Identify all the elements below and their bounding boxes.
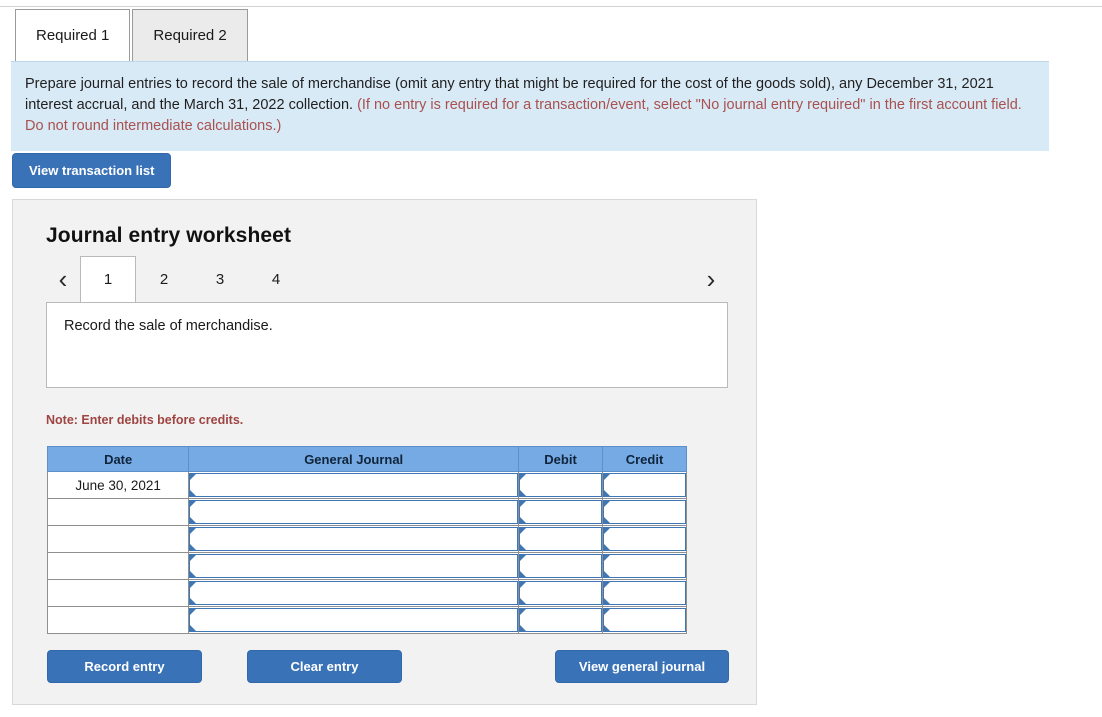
general-journal-cell-2: [188, 498, 520, 526]
chevron-right-icon[interactable]: ›: [694, 256, 728, 302]
tab-required-1-label: Required 1: [36, 27, 110, 44]
account-select-6[interactable]: [189, 608, 519, 632]
worksheet-pager: ‹ 1 2 3 4 ›: [46, 256, 728, 302]
debit-cell-4: [518, 552, 604, 580]
account-select-4[interactable]: [189, 554, 519, 578]
account-select-3[interactable]: [189, 527, 519, 551]
column-header-credit: Credit: [602, 446, 687, 472]
pager-page-3[interactable]: 3: [192, 256, 248, 302]
date-cell-5[interactable]: [46, 579, 190, 607]
debit-cell-3: [518, 525, 604, 553]
column-header-date: Date: [46, 446, 190, 472]
required-tabs: Required 1 Required 2: [15, 9, 248, 61]
debit-cell-2: [518, 498, 604, 526]
credit-input-1[interactable]: [603, 473, 686, 497]
pager-page-2[interactable]: 2: [136, 256, 192, 302]
debit-input-2[interactable]: [519, 500, 603, 524]
view-transaction-list-button[interactable]: View transaction list: [12, 153, 172, 188]
date-cell-3[interactable]: [46, 525, 190, 553]
pager-page-1[interactable]: 1: [80, 256, 136, 302]
view-transaction-list-label: View transaction list: [29, 163, 155, 178]
view-general-journal-label: View general journal: [578, 659, 706, 674]
date-cell-1[interactable]: June 30, 2021: [46, 471, 190, 499]
table-row: June 30, 2021: [46, 471, 687, 499]
debit-input-6[interactable]: [519, 608, 603, 632]
pager-page-3-label: 3: [215, 271, 225, 288]
transaction-description-box: Record the sale of merchandise.: [46, 302, 728, 388]
debit-input-5[interactable]: [519, 581, 603, 605]
table-row: [46, 579, 687, 607]
debit-cell-5: [518, 579, 604, 607]
tab-required-1[interactable]: Required 1: [15, 9, 131, 61]
journal-entry-worksheet-card: Journal entry worksheet ‹ 1 2 3 4 › Reco…: [12, 199, 757, 705]
account-select-1[interactable]: [189, 473, 519, 497]
credit-input-2[interactable]: [603, 500, 686, 524]
credit-cell-2: [602, 498, 687, 526]
top-divider: [0, 6, 1102, 7]
instructions-panel: Prepare journal entries to record the sa…: [11, 61, 1049, 151]
general-journal-cell-6: [188, 606, 520, 634]
column-header-debit: Debit: [518, 446, 604, 472]
general-journal-cell-1: [188, 471, 520, 499]
credit-cell-4: [602, 552, 687, 580]
pager-page-4[interactable]: 4: [248, 256, 304, 302]
record-entry-label: Record entry: [84, 659, 165, 674]
general-journal-cell-5: [188, 579, 520, 607]
tab-required-2[interactable]: Required 2: [132, 9, 248, 61]
table-row: [46, 498, 687, 526]
table-row: [46, 525, 687, 553]
table-header-row: Date General Journal Debit Credit: [46, 446, 687, 472]
tab-required-2-label: Required 2: [153, 27, 227, 44]
clear-entry-button[interactable]: Clear entry: [247, 650, 402, 683]
debits-before-credits-note: Note: Enter debits before credits.: [46, 413, 244, 427]
table-row: [46, 552, 687, 580]
credit-input-4[interactable]: [603, 554, 686, 578]
pager-page-1-label: 1: [103, 271, 113, 288]
date-cell-2[interactable]: [46, 498, 190, 526]
credit-input-5[interactable]: [603, 581, 686, 605]
date-cell-4[interactable]: [46, 552, 190, 580]
journal-entry-table: Date General Journal Debit Credit June 3…: [46, 446, 687, 634]
credit-cell-5: [602, 579, 687, 607]
general-journal-cell-3: [188, 525, 520, 553]
credit-input-6[interactable]: [603, 608, 686, 632]
account-select-2[interactable]: [189, 500, 519, 524]
clear-entry-label: Clear entry: [290, 659, 359, 674]
column-header-general-journal: General Journal: [188, 446, 520, 472]
credit-cell-1: [602, 471, 687, 499]
debit-input-1[interactable]: [519, 473, 603, 497]
debit-input-4[interactable]: [519, 554, 603, 578]
worksheet-title: Journal entry worksheet: [46, 224, 292, 247]
pager-next-glyph: ›: [706, 264, 716, 294]
debit-cell-6: [518, 606, 604, 634]
pager-page-4-label: 4: [271, 271, 281, 288]
record-entry-button[interactable]: Record entry: [47, 650, 202, 683]
pager-prev-glyph: ‹: [58, 264, 68, 294]
credit-input-3[interactable]: [603, 527, 686, 551]
debit-input-3[interactable]: [519, 527, 603, 551]
credit-cell-3: [602, 525, 687, 553]
view-general-journal-button[interactable]: View general journal: [555, 650, 729, 683]
credit-cell-6: [602, 606, 687, 634]
table-row: [46, 606, 687, 634]
pager-page-2-label: 2: [159, 271, 169, 288]
debit-cell-1: [518, 471, 604, 499]
chevron-left-icon[interactable]: ‹: [46, 256, 80, 302]
transaction-description-text: Record the sale of merchandise.: [64, 318, 273, 334]
date-cell-6[interactable]: [46, 606, 190, 634]
account-select-5[interactable]: [189, 581, 519, 605]
general-journal-cell-4: [188, 552, 520, 580]
